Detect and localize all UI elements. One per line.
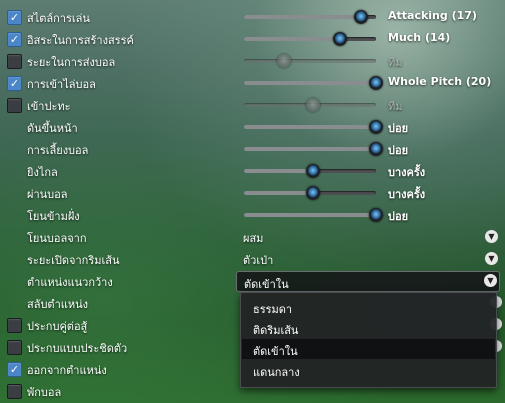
slider-knob[interactable]: [305, 164, 320, 178]
slider[interactable]: [244, 164, 376, 178]
checkbox[interactable]: [7, 318, 22, 333]
dropdown-option-selected[interactable]: ตัดเข้าใน: [242, 339, 495, 359]
checkbox[interactable]: [7, 54, 22, 69]
slider-knob[interactable]: [354, 10, 369, 24]
setting-row-pressing: ✓ การเข้าไล่บอล Whole Pitch (20): [0, 72, 505, 94]
chevron-down-icon[interactable]: ▼: [485, 230, 498, 243]
setting-label: สไตล์การเล่น: [27, 12, 90, 25]
setting-row-through-balls: ผ่านบอล บางครั้ง: [0, 182, 505, 204]
setting-row-crossing: โยนข้ามฝั่ง บ่อย: [0, 204, 505, 226]
setting-row-long-shots: ยิงไกล บางครั้ง: [0, 160, 505, 182]
slider[interactable]: [244, 186, 376, 200]
checkbox[interactable]: [7, 98, 22, 113]
checkbox[interactable]: ✓: [7, 76, 22, 91]
setting-label: เข้าปะทะ: [27, 100, 71, 113]
setting-row-creative-freedom: ✓ อิสระในการสร้างสรรค์ Much (14): [0, 28, 505, 50]
slider: [244, 98, 376, 112]
setting-value: บ่อย: [388, 144, 409, 157]
width-position-dropdown: ธรรมดา ติดริมเส้น ตัดเข้าใน แดนกลาง: [240, 292, 497, 388]
slider-knob[interactable]: [305, 186, 320, 200]
setting-label: ประกบแบบประชิดตัว: [27, 342, 128, 355]
setting-value: Attacking (17): [388, 9, 477, 22]
setting-row-playing-style: ✓ สไตล์การเล่น Attacking (17): [0, 6, 505, 28]
slider[interactable]: [244, 32, 376, 46]
setting-row-passing-range: ระยะในการส่งบอล ทีม: [0, 50, 505, 72]
slider[interactable]: [244, 120, 383, 134]
setting-value: ทีม: [388, 100, 403, 113]
setting-row-tackling: เข้าปะทะ ทีม: [0, 94, 505, 116]
setting-label: การเข้าไล่บอล: [27, 78, 96, 91]
setting-row-cross-from: โยนบอลจาก ผสม ▼: [0, 226, 505, 248]
setting-row-dribbling: การเลี้ยงบอล บ่อย: [0, 138, 505, 160]
slider-knob[interactable]: [333, 32, 348, 46]
setting-label: ประกบคู่ต่อสู้: [27, 320, 88, 333]
setting-value: ทีม: [388, 56, 403, 69]
setting-value: บางครั้ง: [388, 166, 426, 179]
checkbox[interactable]: ✓: [7, 32, 22, 47]
setting-label: ตำแหน่งแนวกว้าง: [27, 276, 113, 289]
setting-label: ออกจากตำแหน่ง: [27, 364, 107, 377]
setting-row-cross-distance: ระยะเปิดจากริมเส้น ตัวเป่า ▼: [0, 248, 505, 270]
setting-label: ระยะเปิดจากริมเส้น: [27, 254, 120, 267]
setting-value: Whole Pitch (20): [388, 75, 492, 88]
select-value[interactable]: ผสม: [243, 229, 263, 247]
checkbox[interactable]: ✓: [7, 362, 22, 377]
slider-knob: [276, 54, 291, 68]
setting-value: Much (14): [388, 31, 451, 44]
setting-label: สลับตำแหน่ง: [27, 298, 88, 311]
setting-label: พักบอล: [27, 386, 62, 399]
setting-label: การเลี้ยงบอล: [27, 144, 89, 157]
checkbox[interactable]: ✓: [7, 10, 22, 25]
setting-value: บ่อย: [388, 122, 409, 135]
slider[interactable]: [244, 208, 383, 222]
slider[interactable]: [244, 142, 383, 156]
dropdown-option[interactable]: ธรรมดา: [242, 297, 495, 317]
setting-value: บางครั้ง: [388, 188, 426, 201]
checkbox[interactable]: [7, 384, 22, 399]
select-value[interactable]: ตัวเป่า: [243, 251, 273, 269]
setting-label: อิสระในการสร้างสรรค์: [27, 34, 134, 47]
slider[interactable]: [244, 10, 376, 24]
chevron-down-icon[interactable]: ▼: [485, 252, 498, 265]
select-value: ตัดเข้าใน: [244, 278, 289, 291]
slider: [244, 54, 376, 68]
setting-label: ยิงไกล: [27, 166, 58, 179]
width-position-select[interactable]: ตัดเข้าใน ▼: [236, 271, 500, 292]
dropdown-option[interactable]: ติดริมเส้น: [242, 318, 495, 338]
slider-knob[interactable]: [369, 76, 383, 90]
setting-value: บ่อย: [388, 210, 409, 223]
setting-label: โยนข้ามฝั่ง: [27, 210, 80, 223]
slider[interactable]: [244, 76, 383, 90]
slider-knob[interactable]: [369, 142, 383, 156]
dropdown-option[interactable]: แดนกลาง: [242, 360, 495, 380]
setting-label: ดันขึ้นหน้า: [27, 122, 78, 135]
chevron-down-icon[interactable]: ▼: [484, 274, 497, 287]
setting-label: ระยะในการส่งบอล: [27, 56, 116, 69]
setting-label: ผ่านบอล: [27, 188, 68, 201]
checkbox[interactable]: [7, 340, 22, 355]
setting-label: โยนบอลจาก: [27, 232, 87, 245]
slider-knob[interactable]: [369, 208, 383, 222]
slider-knob[interactable]: [369, 120, 383, 134]
slider-knob: [305, 98, 320, 112]
setting-row-forward-runs: ดันขึ้นหน้า บ่อย: [0, 116, 505, 138]
